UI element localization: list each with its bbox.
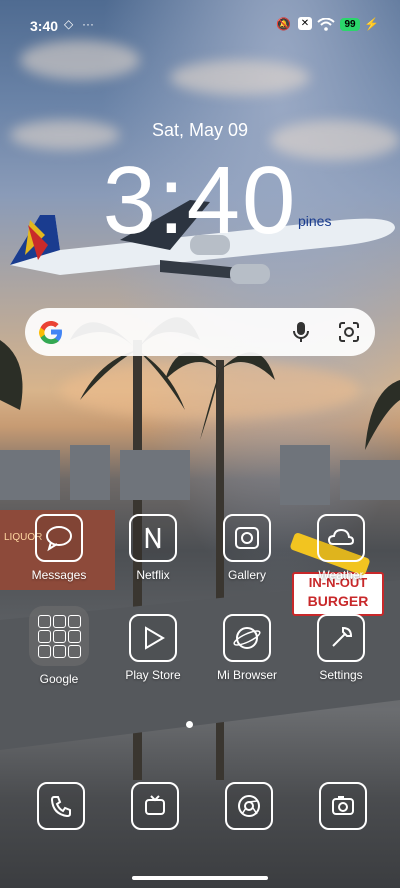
camera-icon[interactable] — [319, 782, 367, 830]
app-netflix[interactable]: Netflix — [113, 514, 193, 582]
chrome-icon[interactable] — [225, 782, 273, 830]
app-label: Gallery — [227, 568, 266, 582]
settings-icon[interactable] — [317, 614, 365, 662]
app-weather[interactable]: Weather — [301, 514, 381, 582]
app-play-store[interactable]: Play Store — [113, 614, 193, 682]
mic-icon[interactable] — [289, 320, 313, 344]
big-clock: 3:40 — [102, 147, 298, 254]
app-label: Weather — [318, 568, 364, 582]
sign-line-2: BURGER — [307, 593, 369, 609]
play-store-icon[interactable] — [129, 614, 177, 662]
page-indicator-active — [186, 721, 193, 728]
status-time: 3:40 — [30, 18, 59, 34]
mute-icon: 🔕 — [276, 17, 291, 31]
google-logo-icon[interactable] — [37, 318, 65, 346]
messages-icon[interactable] — [35, 514, 83, 562]
browser-icon[interactable] — [223, 614, 271, 662]
app-label: Play Store — [125, 668, 181, 682]
date-label: Sat, May 09 — [151, 120, 249, 140]
weather-icon[interactable] — [317, 514, 365, 562]
netflix-icon[interactable] — [129, 514, 177, 562]
close-box-icon: ✕ — [298, 17, 312, 30]
wifi-icon — [317, 18, 335, 31]
home-gesture-bar[interactable] — [132, 876, 268, 880]
google-folder-icon[interactable] — [29, 606, 89, 666]
app-messages[interactable]: Messages — [19, 514, 99, 582]
app-label: Settings — [319, 668, 363, 682]
battery-icon: 99 — [340, 18, 360, 31]
app-google-folder[interactable]: Google — [19, 606, 99, 686]
phone-icon[interactable] — [37, 782, 85, 830]
app-label: Mi Browser — [216, 668, 277, 682]
charging-bolt-icon: ⚡ — [364, 17, 379, 31]
app-mi-browser[interactable]: Mi Browser — [207, 614, 287, 682]
gallery-icon[interactable] — [223, 514, 271, 562]
app-label: Google — [39, 672, 79, 686]
settings-diamond-icon: ◇ — [64, 17, 74, 31]
tv-icon[interactable] — [131, 782, 179, 830]
status-bar: 3:40 ◇ ··· 🔕 ✕ 99 ⚡ — [0, 0, 400, 52]
app-label: Messages — [31, 568, 87, 582]
lens-icon[interactable] — [337, 320, 361, 344]
app-settings[interactable]: Settings — [301, 614, 381, 682]
app-label: Netflix — [136, 568, 170, 582]
more-dots-icon: ··· — [82, 17, 94, 31]
app-gallery[interactable]: Gallery — [207, 514, 287, 582]
google-search-bar[interactable] — [25, 308, 375, 356]
